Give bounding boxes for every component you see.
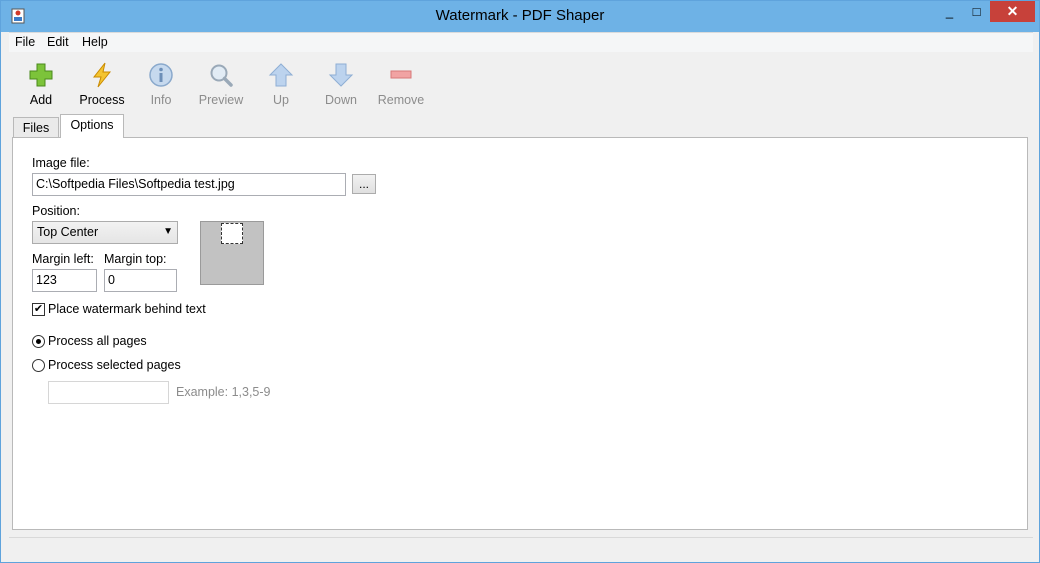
window-title: Watermark - PDF Shaper xyxy=(435,7,605,24)
lightning-icon xyxy=(92,62,112,88)
tab-files[interactable]: Files xyxy=(13,117,59,139)
status-bar xyxy=(9,537,1033,557)
browse-button[interactable]: ... xyxy=(352,174,376,194)
preview-label: Preview xyxy=(198,93,244,107)
remove-button[interactable]: Remove xyxy=(371,60,431,110)
margin-left-label: Margin left: xyxy=(32,252,94,266)
tab-options[interactable]: Options xyxy=(60,114,124,138)
up-label: Up xyxy=(273,93,289,107)
menu-help[interactable]: Help xyxy=(82,35,108,49)
app-window: Watermark - PDF Shaper _ □ ✕ File Edit H… xyxy=(0,0,1040,563)
info-button[interactable]: Info xyxy=(131,60,191,110)
position-label: Position: xyxy=(32,204,80,218)
options-panel: Image file: C:\Softpedia Files\Softpedia… xyxy=(12,137,1028,530)
position-value: Top Center xyxy=(37,225,99,239)
position-preview xyxy=(200,221,264,285)
process-all-radio[interactable] xyxy=(32,335,45,348)
up-button[interactable]: Up xyxy=(251,60,311,110)
process-selected-radio[interactable] xyxy=(32,359,45,372)
pages-input[interactable] xyxy=(48,381,169,404)
behind-text-checkbox[interactable]: ✔ xyxy=(32,303,45,316)
arrow-up-icon xyxy=(268,63,294,87)
watermark-position-marker xyxy=(221,223,243,244)
minimize-button[interactable]: _ xyxy=(936,1,963,22)
process-button[interactable]: Process xyxy=(72,60,132,110)
behind-text-label: Place watermark behind text xyxy=(48,302,206,316)
minus-icon xyxy=(390,70,412,79)
process-label: Process xyxy=(79,93,125,107)
position-select[interactable]: Top Center ▼ xyxy=(32,221,178,244)
process-selected-label: Process selected pages xyxy=(48,358,181,372)
preview-button[interactable]: Preview xyxy=(191,60,251,110)
chevron-down-icon: ▼ xyxy=(163,226,173,237)
process-all-label: Process all pages xyxy=(48,334,147,348)
menu-edit[interactable]: Edit xyxy=(47,35,69,49)
menu-bar: File Edit Help xyxy=(9,32,1033,52)
info-label: Info xyxy=(150,93,172,107)
title-bar[interactable]: Watermark - PDF Shaper _ □ ✕ xyxy=(1,1,1039,32)
plus-icon xyxy=(29,63,53,87)
down-label: Down xyxy=(325,93,357,107)
close-button[interactable]: ✕ xyxy=(990,1,1035,22)
margin-left-input[interactable]: 123 xyxy=(32,269,97,292)
margin-top-input[interactable]: 0 xyxy=(104,269,177,292)
maximize-button[interactable]: □ xyxy=(963,1,990,22)
image-file-input[interactable]: C:\Softpedia Files\Softpedia test.jpg xyxy=(32,173,346,196)
remove-label: Remove xyxy=(377,93,425,107)
info-icon xyxy=(149,63,173,87)
add-label: Add xyxy=(29,93,53,107)
pages-example: Example: 1,3,5-9 xyxy=(176,385,271,399)
margin-top-label: Margin top: xyxy=(104,252,167,266)
down-button[interactable]: Down xyxy=(311,60,371,110)
image-file-label: Image file: xyxy=(32,156,90,170)
add-button[interactable]: Add xyxy=(11,60,71,110)
menu-file[interactable]: File xyxy=(15,35,35,49)
toolbar: Add Process Info Preview Up Down Remove xyxy=(9,52,1033,114)
magnifier-icon xyxy=(210,64,233,87)
arrow-down-icon xyxy=(328,63,354,87)
